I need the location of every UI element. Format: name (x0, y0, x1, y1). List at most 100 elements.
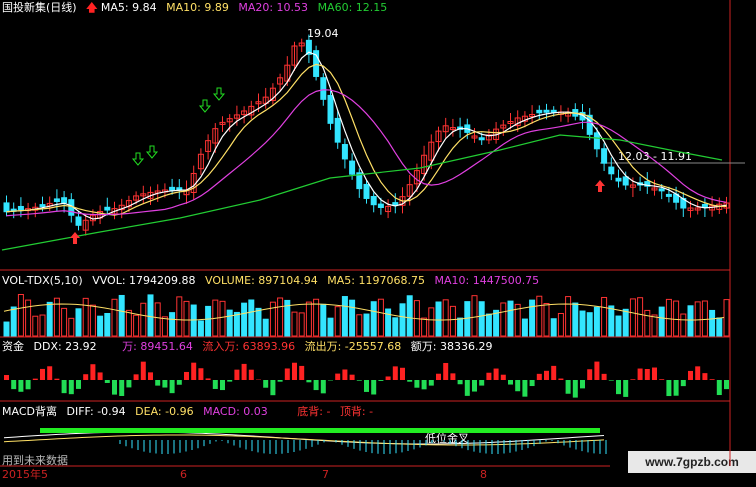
ddx-bar (18, 380, 24, 392)
ddx-bar (306, 380, 312, 383)
ddx-bar (335, 373, 341, 380)
volume-bar (298, 312, 305, 337)
volume-bar (701, 300, 708, 337)
candle-body (543, 109, 550, 113)
candle-body (104, 206, 111, 211)
ddx-bar (248, 369, 254, 380)
ddx-bar (551, 365, 557, 380)
volume-bar (500, 302, 507, 337)
ddx-bar (565, 380, 571, 394)
ddx-bar (378, 380, 384, 381)
volume-bar (550, 318, 557, 337)
ddx-bar (536, 373, 542, 380)
volume-bar (428, 307, 435, 337)
volume-bar (169, 312, 176, 337)
candle-body (53, 198, 60, 202)
ddx-bar (594, 361, 600, 380)
ddx-bar (83, 374, 89, 380)
ddx-bar (716, 380, 722, 396)
volume-bar (10, 306, 17, 337)
volume-bar (104, 312, 111, 337)
ddx-bar (500, 374, 506, 380)
volume-bar (536, 295, 543, 337)
volume-bar (97, 315, 104, 337)
dea-line (3, 434, 605, 446)
ddx-bar (119, 380, 125, 396)
volume-bar (197, 320, 204, 337)
candle-body (341, 144, 348, 160)
volume-bar (241, 302, 248, 337)
ddx-bar (76, 380, 81, 389)
ddx-bar (702, 373, 708, 380)
ddx-bar (587, 369, 593, 380)
ddx-bar (148, 372, 153, 380)
ddx-bar (234, 369, 240, 380)
volume-bar (557, 312, 564, 337)
ddx-bar (61, 380, 67, 394)
volume-bar (226, 309, 233, 337)
down-arrow-icon (212, 87, 226, 101)
kline-chart[interactable] (0, 0, 756, 487)
volume-bar (457, 317, 464, 337)
volume-bar (629, 298, 636, 337)
ddx-bar (659, 379, 665, 380)
volume-bar (39, 314, 46, 337)
ddx-bar (724, 380, 729, 390)
candle-body (615, 177, 622, 182)
volume-bar (190, 304, 197, 337)
volume-bar (493, 309, 500, 337)
diff-line (3, 431, 605, 445)
ddx-bar (277, 380, 283, 382)
candle-body (327, 94, 334, 124)
ddx-bar (464, 380, 470, 396)
candle-body (61, 197, 68, 204)
ddx-bar (644, 368, 650, 380)
ddx-bar (140, 361, 146, 380)
ddx-bar (133, 374, 139, 380)
ddx-bar (457, 380, 463, 385)
ddx-bar (126, 380, 132, 388)
ddx-bar (493, 368, 499, 380)
volume-bar (543, 302, 550, 337)
volume-bar (205, 305, 212, 337)
ddx-bar (508, 380, 513, 385)
volume-bar (651, 314, 658, 337)
ddx-bar (11, 380, 17, 390)
ma60-line (1, 134, 723, 251)
ddx-bar (688, 370, 693, 380)
volume-bar (565, 296, 572, 337)
ddx-bar (90, 364, 96, 380)
ddx-bar (54, 378, 60, 380)
ddx-bar (97, 372, 103, 380)
ddx-bar (673, 380, 679, 396)
ddx-bar (421, 380, 427, 390)
volume-bar (147, 294, 154, 337)
ddx-bar (479, 380, 485, 386)
volume-bar (716, 317, 723, 337)
volume-bar (61, 307, 68, 337)
volume-bar (435, 301, 442, 337)
ddx-bar (572, 380, 578, 398)
ddx-bar (630, 379, 636, 380)
ddx-bar (184, 371, 189, 380)
ddx-bar (162, 380, 168, 388)
candle-body (550, 109, 557, 113)
volume-bar (471, 295, 478, 337)
candle-body (601, 148, 608, 164)
volume-bar (370, 301, 377, 337)
ddx-bar (155, 380, 161, 386)
volume-bar (615, 315, 622, 337)
ddx-bar (112, 380, 117, 395)
ddx-bar (436, 373, 441, 380)
volume-bar (385, 308, 392, 337)
volume-bar (125, 309, 132, 337)
volume-bar (709, 309, 716, 337)
down-arrow-icon (145, 145, 159, 159)
macd-green-band (40, 428, 600, 433)
candle-body (536, 109, 543, 114)
volume-bar (529, 299, 536, 337)
ddx-bar (205, 378, 211, 380)
volume-bar (183, 300, 190, 337)
volume-bar (392, 317, 399, 337)
candle-body (3, 202, 10, 213)
